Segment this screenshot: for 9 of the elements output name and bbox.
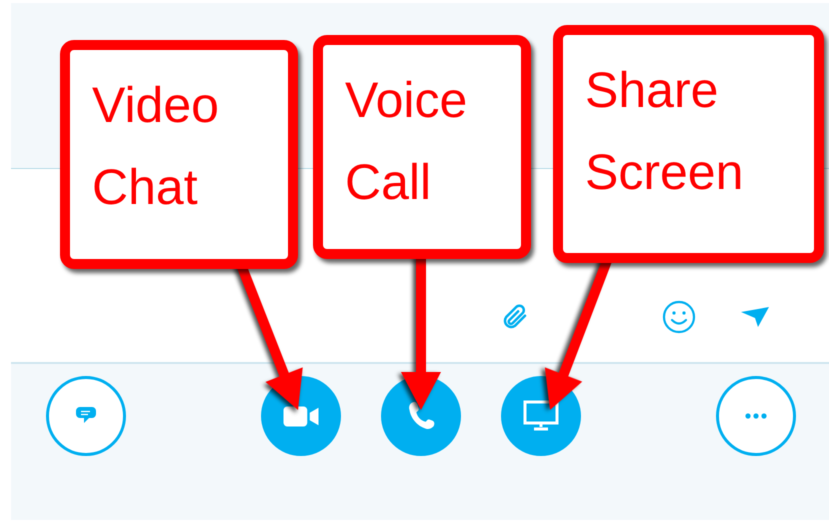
phone-icon: [406, 400, 436, 432]
monitor-icon: [523, 400, 559, 432]
send-icon[interactable]: [740, 306, 770, 328]
callout-label: Voice Call: [313, 35, 531, 259]
callout-label: Share Screen: [553, 25, 824, 263]
more-icon: [745, 413, 767, 419]
callout-label: Video Chat: [60, 40, 298, 269]
smiley-icon[interactable]: [662, 300, 696, 334]
video-camera-icon: [282, 404, 320, 428]
